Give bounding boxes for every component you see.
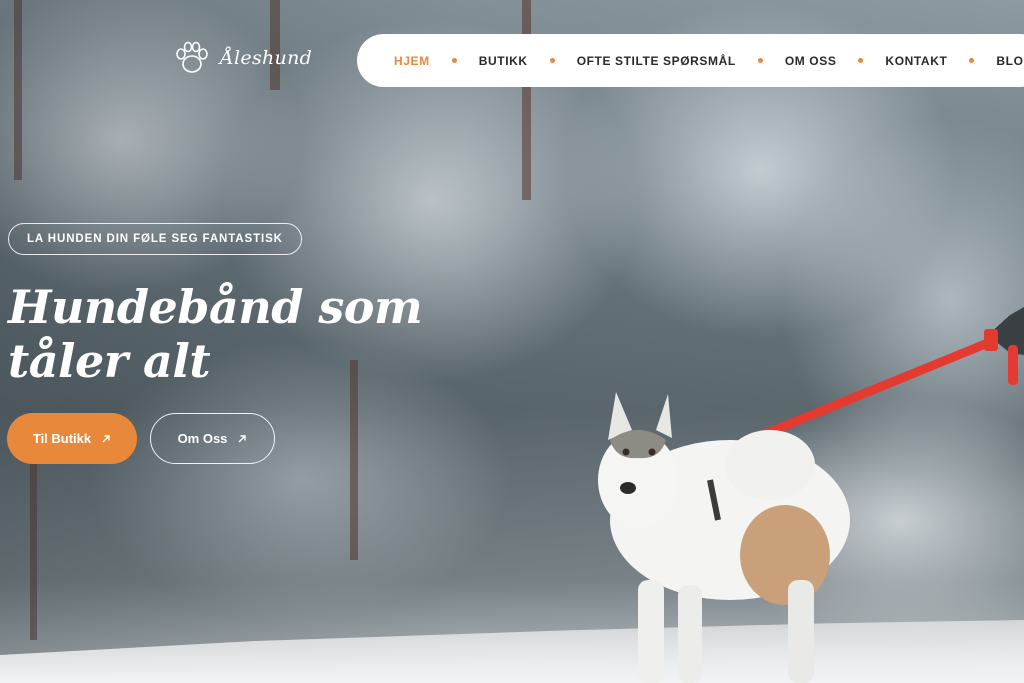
hero-tagline-text: LA HUNDEN DIN FØLE SEG FANTASTISK [27, 233, 283, 245]
about-button[interactable]: Om Oss [150, 413, 275, 464]
shop-button[interactable]: Til Butikk [7, 413, 137, 464]
nav-item-hjem[interactable]: HJEM [394, 54, 430, 68]
nav-item-kontakt[interactable]: KONTAKT [885, 54, 947, 68]
nav-separator-dot [969, 58, 975, 63]
nav-item-butikk[interactable]: BUTIKK [479, 54, 528, 68]
hand-illustration [984, 307, 1024, 385]
main-navigation: HJEM BUTIKK OFTE STILTE SPØRSMÅL OM OSS … [357, 34, 1024, 87]
nav-separator-dot [858, 58, 864, 63]
hero-section: Åleshund HJEM BUTIKK OFTE STILTE SPØRSMÅ… [0, 0, 1024, 683]
about-button-label: Om Oss [177, 431, 228, 446]
paw-icon [176, 41, 208, 73]
nav-separator-dot [549, 58, 555, 63]
shop-button-label: Til Butikk [32, 431, 92, 446]
nav-item-blogg[interactable]: BLOGG [996, 54, 1024, 68]
hero-tagline-badge: LA HUNDEN DIN FØLE SEG FANTASTISK [8, 223, 302, 255]
hero-headline-line2: tåler alt [8, 334, 211, 388]
nav-separator-dot [757, 58, 763, 63]
husky-dog-illustration [598, 392, 850, 683]
hero-headline-line1: Hundebånd som [8, 280, 423, 334]
hero-headline: Hundebånd som tåler alt [8, 280, 428, 388]
arrow-up-right-icon [238, 434, 247, 442]
nav-separator-dot [451, 58, 457, 63]
nav-item-om-oss[interactable]: OM OSS [785, 54, 837, 68]
nav-item-faq[interactable]: OFTE STILTE SPØRSMÅL [577, 54, 736, 68]
brand-name: Åleshund [220, 47, 313, 69]
site-logo[interactable]: Åleshund [172, 40, 312, 76]
arrow-up-right-icon [102, 434, 110, 442]
